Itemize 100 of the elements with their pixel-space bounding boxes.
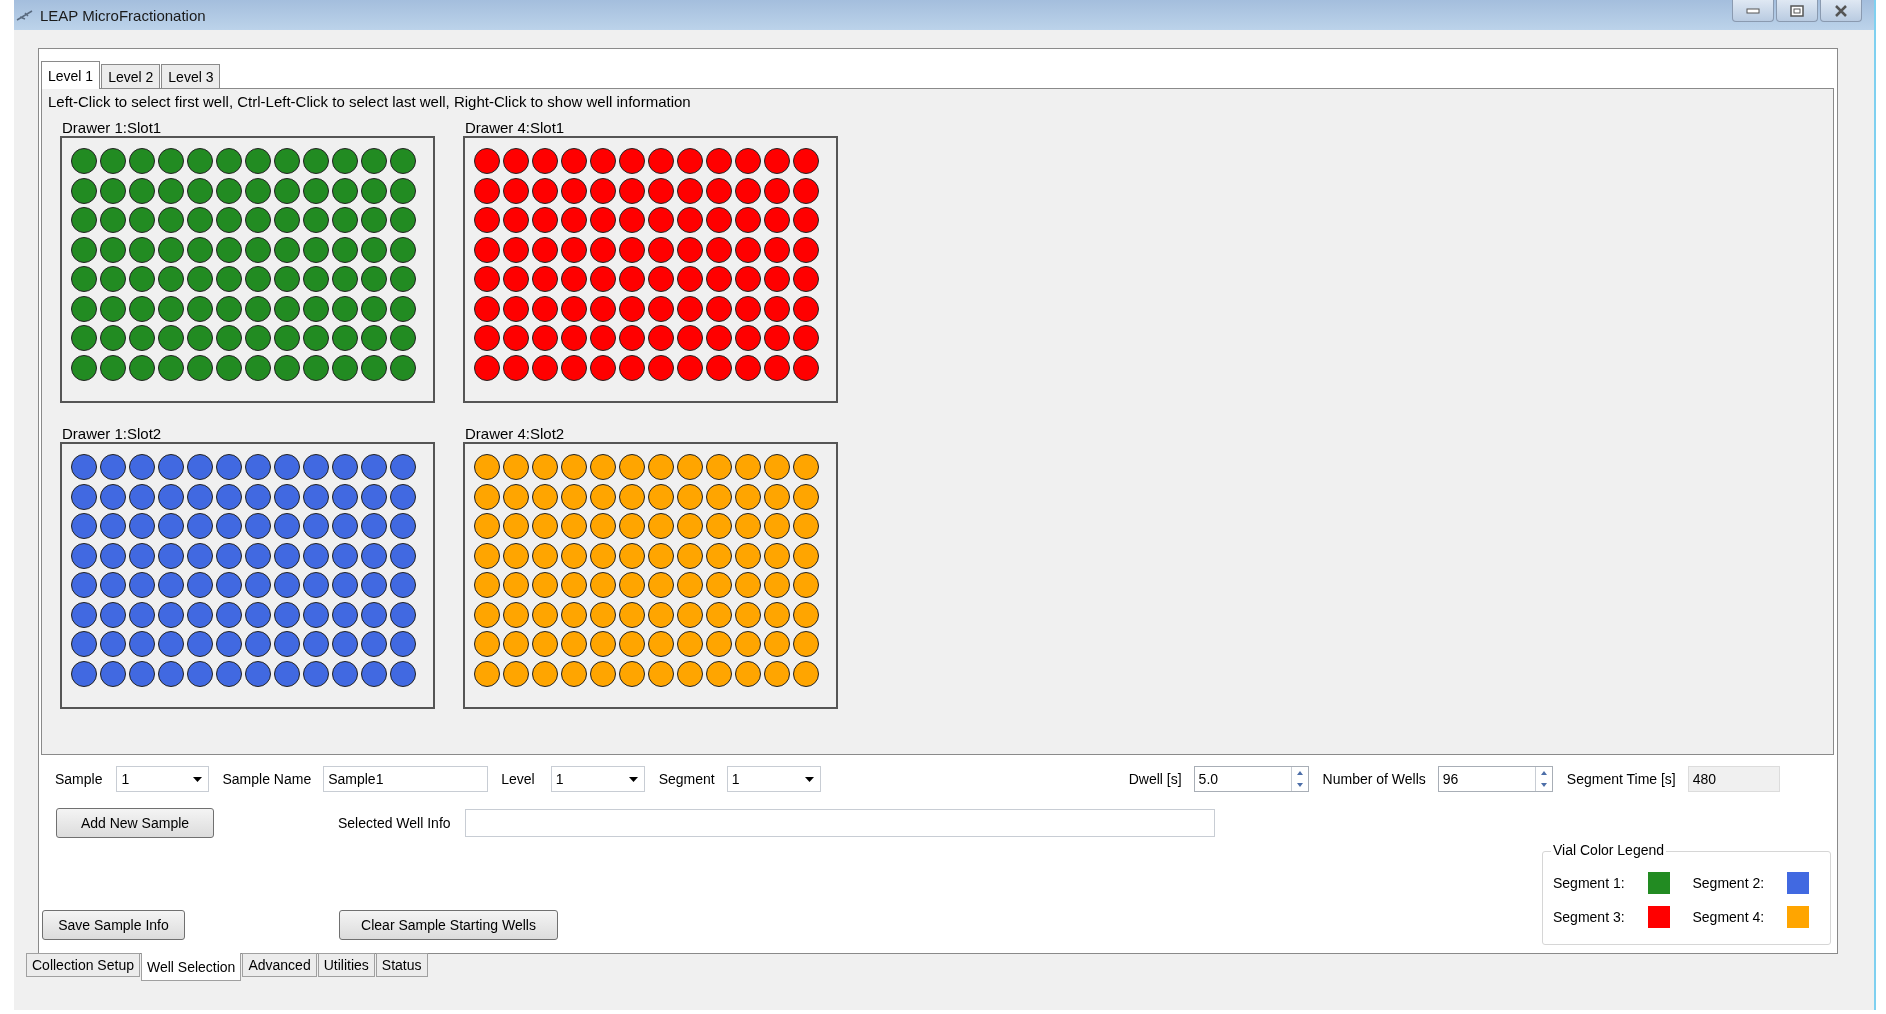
well[interactable] (474, 572, 500, 598)
well[interactable] (216, 266, 242, 292)
well[interactable] (303, 601, 329, 628)
well[interactable] (332, 236, 358, 263)
well[interactable] (187, 572, 213, 598)
well[interactable] (71, 354, 97, 381)
well[interactable] (619, 148, 645, 174)
well[interactable] (532, 572, 558, 598)
well[interactable] (764, 572, 790, 598)
well[interactable] (764, 354, 790, 381)
well[interactable] (187, 631, 213, 657)
well[interactable] (100, 572, 126, 598)
well[interactable] (677, 177, 703, 204)
well-plate[interactable] (60, 442, 435, 709)
well[interactable] (735, 454, 761, 480)
well[interactable] (793, 177, 819, 204)
well[interactable] (390, 542, 416, 569)
well[interactable] (303, 354, 329, 381)
well[interactable] (274, 236, 300, 263)
well[interactable] (332, 295, 358, 322)
well[interactable] (648, 148, 674, 174)
well[interactable] (187, 483, 213, 510)
well[interactable] (129, 207, 155, 233)
well[interactable] (100, 295, 126, 322)
well[interactable] (332, 177, 358, 204)
well[interactable] (71, 148, 97, 174)
well[interactable] (735, 631, 761, 657)
well[interactable] (332, 542, 358, 569)
well[interactable] (187, 601, 213, 628)
well[interactable] (71, 572, 97, 598)
well[interactable] (677, 236, 703, 263)
well[interactable] (71, 177, 97, 204)
well[interactable] (706, 236, 732, 263)
well[interactable] (129, 354, 155, 381)
well[interactable] (764, 660, 790, 687)
well[interactable] (274, 631, 300, 657)
well[interactable] (474, 295, 500, 322)
well[interactable] (390, 513, 416, 539)
well[interactable] (100, 483, 126, 510)
well[interactable] (71, 325, 97, 351)
well[interactable] (648, 354, 674, 381)
well[interactable] (532, 454, 558, 480)
well[interactable] (706, 295, 732, 322)
well[interactable] (71, 483, 97, 510)
well[interactable] (332, 483, 358, 510)
well[interactable] (619, 177, 645, 204)
well[interactable] (677, 660, 703, 687)
well[interactable] (303, 207, 329, 233)
segment-dropdown[interactable]: 1 (726, 766, 821, 792)
well[interactable] (187, 542, 213, 569)
well[interactable] (793, 572, 819, 598)
well[interactable] (735, 148, 761, 174)
well[interactable] (590, 483, 616, 510)
well[interactable] (532, 177, 558, 204)
well[interactable] (648, 660, 674, 687)
well[interactable] (187, 266, 213, 292)
well[interactable] (216, 207, 242, 233)
well[interactable] (706, 513, 732, 539)
well[interactable] (648, 572, 674, 598)
well[interactable] (561, 236, 587, 263)
well[interactable] (216, 572, 242, 598)
well[interactable] (100, 266, 126, 292)
well[interactable] (303, 454, 329, 480)
well[interactable] (158, 572, 184, 598)
well[interactable] (590, 631, 616, 657)
well[interactable] (332, 454, 358, 480)
well[interactable] (764, 542, 790, 569)
well[interactable] (216, 148, 242, 174)
well[interactable] (503, 601, 529, 628)
well[interactable] (100, 354, 126, 381)
well[interactable] (332, 207, 358, 233)
well[interactable] (793, 148, 819, 174)
well[interactable] (677, 572, 703, 598)
well[interactable] (503, 542, 529, 569)
well[interactable] (71, 207, 97, 233)
well[interactable] (303, 660, 329, 687)
well[interactable] (590, 542, 616, 569)
well[interactable] (187, 236, 213, 263)
well[interactable] (245, 601, 271, 628)
well[interactable] (361, 631, 387, 657)
well[interactable] (764, 631, 790, 657)
well[interactable] (677, 148, 703, 174)
well[interactable] (390, 354, 416, 381)
well[interactable] (590, 454, 616, 480)
well[interactable] (245, 483, 271, 510)
well[interactable] (503, 266, 529, 292)
well[interactable] (793, 513, 819, 539)
well[interactable] (274, 454, 300, 480)
well[interactable] (129, 236, 155, 263)
well[interactable] (590, 601, 616, 628)
well[interactable] (677, 483, 703, 510)
well[interactable] (793, 207, 819, 233)
well[interactable] (793, 660, 819, 687)
well[interactable] (706, 631, 732, 657)
well[interactable] (590, 513, 616, 539)
well[interactable] (390, 660, 416, 687)
sample-dropdown[interactable]: 1 (116, 766, 210, 792)
well[interactable] (590, 325, 616, 351)
well[interactable] (677, 513, 703, 539)
number-of-wells-spinner[interactable]: 96 (1437, 766, 1553, 792)
